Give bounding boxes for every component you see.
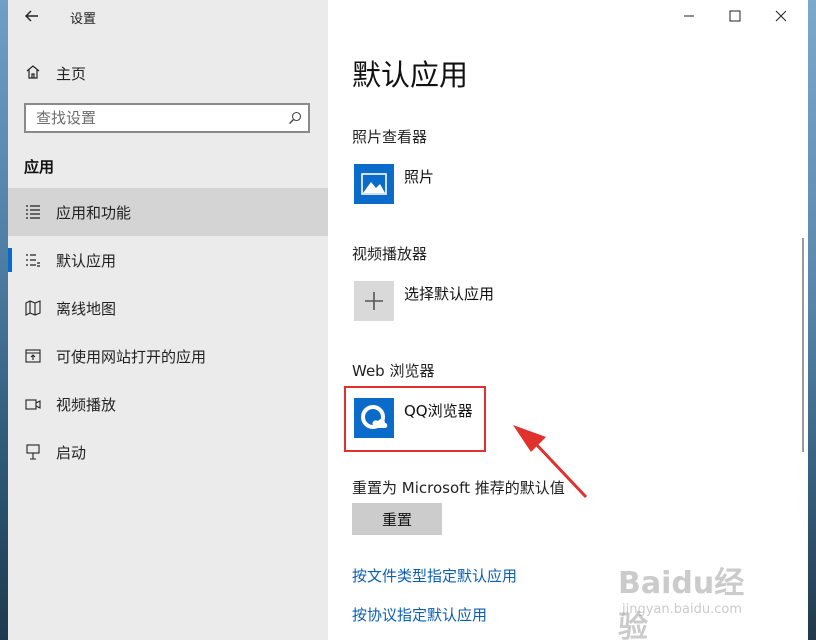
close-icon (775, 10, 787, 22)
apps-for-websites-icon (25, 349, 41, 363)
minimize-button[interactable] (666, 0, 712, 32)
sidebar-item-apps-for-websites[interactable]: 可使用网站打开的应用 (8, 332, 328, 380)
window-title: 设置 (70, 12, 97, 27)
titlebar: 设置 (8, 0, 328, 34)
desktop-background-right (808, 0, 816, 640)
search-icon[interactable] (288, 111, 302, 125)
back-arrow-icon (25, 10, 38, 22)
video-playback-icon (25, 399, 41, 410)
sidebar-item-startup[interactable]: 启动 (8, 428, 328, 476)
sidebar-item-label: 启动 (56, 444, 87, 462)
default-video-app[interactable]: 选择默认应用 (404, 283, 494, 304)
sidebar-item-label: 离线地图 (56, 300, 117, 318)
plus-icon[interactable] (354, 281, 394, 321)
settings-window: 设置 主页 应用 应用和功能 (8, 0, 808, 640)
sidebar-item-home[interactable]: 主页 (8, 54, 328, 92)
desktop-background-left (0, 0, 8, 640)
scrollbar[interactable] (802, 238, 804, 452)
default-photo-app[interactable]: 照片 (404, 166, 434, 187)
link-defaults-by-protocol[interactable]: 按协议指定默认应用 (352, 604, 487, 625)
photos-app-icon[interactable] (354, 164, 394, 204)
maximize-icon (729, 10, 741, 22)
page-title: 默认应用 (352, 58, 469, 92)
default-apps-icon (26, 254, 40, 267)
section-title: 应用 (24, 158, 55, 176)
window-controls (658, 0, 808, 34)
minimize-icon (684, 15, 694, 17)
sidebar-item-label: 视频播放 (56, 396, 117, 414)
watermark-logo: Baidu经验 (618, 566, 745, 640)
default-browser-app[interactable]: QQ浏览器 (404, 400, 473, 421)
sidebar-item-default-apps[interactable]: 默认应用 (8, 236, 328, 284)
category-label: 视频播放器 (352, 245, 428, 263)
sidebar-item-apps-features[interactable]: 应用和功能 (8, 188, 328, 236)
back-button[interactable] (20, 4, 44, 28)
search-box[interactable] (24, 103, 310, 133)
reset-label: 重置为 Microsoft 推荐的默认值 (352, 479, 565, 497)
close-button[interactable] (758, 0, 804, 32)
startup-icon (26, 444, 40, 460)
maximize-button[interactable] (712, 0, 758, 32)
link-defaults-by-file-type[interactable]: 按文件类型指定默认应用 (352, 565, 517, 586)
sidebar-item-label: 可使用网站打开的应用 (56, 348, 207, 366)
search-input[interactable] (26, 105, 278, 131)
sidebar-item-label: 默认应用 (56, 252, 117, 270)
category-label: 照片查看器 (352, 128, 428, 146)
category-label: Web 浏览器 (352, 362, 435, 380)
sidebar: 设置 主页 应用 应用和功能 (8, 0, 328, 640)
apps-features-icon (26, 205, 40, 219)
offline-maps-icon (25, 300, 41, 316)
qq-browser-icon[interactable] (354, 398, 394, 438)
home-icon (26, 65, 40, 79)
home-label: 主页 (56, 65, 87, 83)
selected-indicator (8, 248, 12, 272)
main-content: 默认应用 照片查看器 照片 视频播放器 选择默认应用 Web 浏览器 QQ浏览器… (328, 0, 808, 640)
sidebar-item-video-playback[interactable]: 视频播放 (8, 380, 328, 428)
sidebar-item-label: 应用和功能 (56, 204, 132, 222)
sidebar-item-offline-maps[interactable]: 离线地图 (8, 284, 328, 332)
baidu-watermark: Baidu经验 jingyan.baidu.com (618, 558, 768, 640)
watermark-url: jingyan.baidu.com (622, 602, 742, 617)
reset-button[interactable]: 重置 (352, 503, 442, 535)
